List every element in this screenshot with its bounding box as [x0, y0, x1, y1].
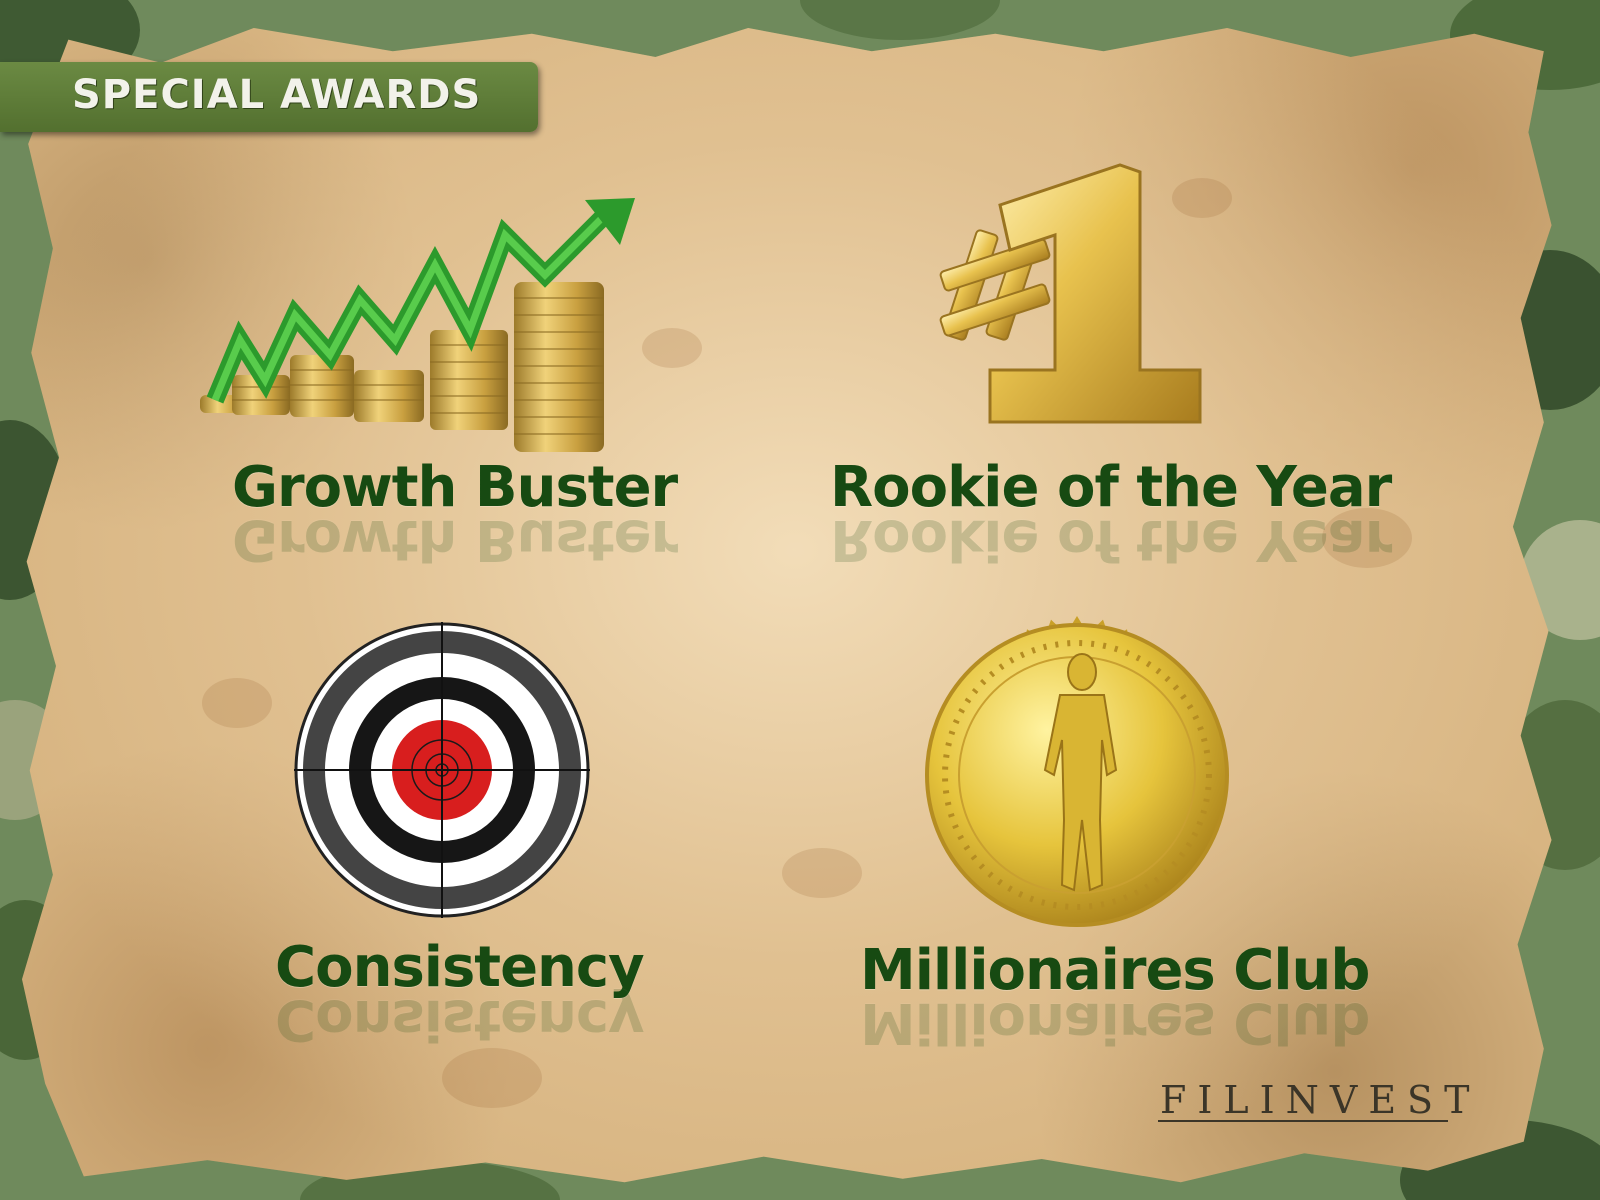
title-banner: SPECIAL AWARDS: [0, 62, 538, 132]
award-millionaires-club: Millionaires Club Millionaires Club: [860, 600, 1380, 1055]
target-bullseye-icon: [294, 622, 590, 918]
award-label: Millionaires Club Millionaires Club: [860, 938, 1371, 1055]
slide-title: SPECIAL AWARDS: [72, 72, 482, 118]
number-one-gold-icon: [939, 163, 1202, 424]
award-label: Growth Buster Growth Buster: [232, 455, 678, 572]
growth-chart-coins-icon: [200, 198, 635, 452]
award-consistency: Consistency Consistency: [260, 620, 645, 1052]
award-rookie-of-the-year: Rookie of the Year Rookie of the Year: [830, 160, 1392, 572]
award-growth-buster: Growth Buster Growth Buster: [180, 190, 678, 572]
filinvest-logo: FILINVEST: [1160, 1078, 1481, 1122]
logo-underline: [1158, 1120, 1448, 1122]
award-label: Consistency Consistency: [275, 935, 645, 1052]
award-label: Rookie of the Year Rookie of the Year: [830, 455, 1392, 572]
gold-medal-man-icon: [925, 616, 1229, 927]
